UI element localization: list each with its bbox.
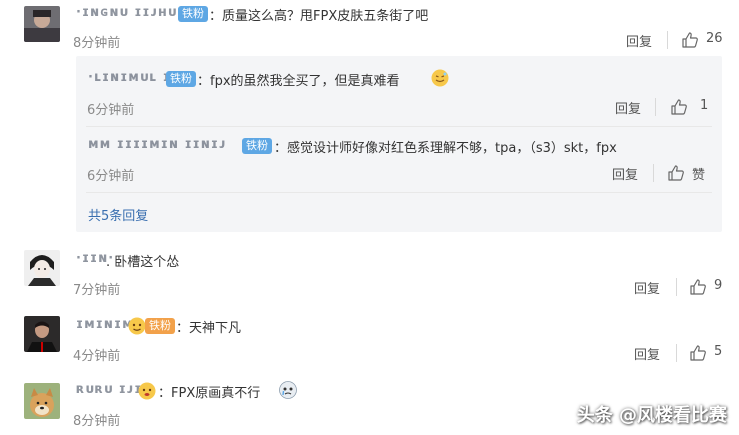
like-count: 1 — [700, 98, 709, 113]
divider — [676, 278, 677, 296]
thumbs-up-icon[interactable] — [667, 164, 685, 182]
avatar[interactable] — [24, 383, 60, 419]
thumbs-up-icon[interactable] — [670, 98, 688, 116]
comment-text: ：FPX原画真不行 — [158, 386, 261, 401]
like-count: 26 — [706, 31, 723, 46]
avatar[interactable] — [24, 316, 60, 352]
like-count: 5 — [714, 344, 723, 359]
timestamp: 8分钟前 — [73, 36, 121, 51]
divider — [676, 344, 677, 362]
divider — [667, 31, 668, 49]
emoji-face-icon — [128, 317, 146, 335]
reply-button[interactable]: 回复 — [612, 164, 638, 183]
emoji-face-icon — [138, 382, 156, 400]
reply-button[interactable]: 回复 — [634, 344, 660, 363]
thumbs-up-icon[interactable] — [689, 278, 707, 296]
view-more-replies-link[interactable]: 共5条回复 — [88, 205, 148, 224]
watermark: 头条 @风楼看比赛 — [576, 405, 727, 426]
like-label: 赞 — [692, 168, 706, 183]
timestamp: 7分钟前 — [73, 283, 121, 298]
nested-replies: ·ʟɪɴɪᴍᴜʟ ɪᴜʟ 铁粉 ：fpx的虽然我全买了，但是真难看 6分钟前 回… — [76, 56, 722, 232]
timestamp: 4分钟前 — [73, 349, 121, 364]
comment-text: ：天神下凡 — [176, 321, 242, 336]
avatar[interactable] — [24, 250, 60, 286]
divider — [655, 98, 656, 116]
divider — [86, 126, 712, 127]
username[interactable]: ʀᴜʀᴜ ɪᴊɪ — [76, 382, 142, 397]
timestamp: 6分钟前 — [87, 169, 135, 184]
divider — [653, 164, 654, 182]
reply-text: ：fpx的虽然我全买了，但是真难看 — [197, 74, 400, 89]
reply-button[interactable]: 回复 — [626, 31, 652, 50]
divider — [86, 192, 712, 193]
thumbs-up-icon[interactable] — [681, 31, 699, 49]
username[interactable]: ·ɪɴɢɴᴜ ɪɪᴊʜᴜɪ — [76, 5, 185, 20]
fan-badge: 铁粉 — [242, 138, 272, 154]
like-count: 9 — [714, 278, 723, 293]
reply-text: ：感觉设计师好像对红色系理解不够，tpa，（s3）skt，fpx — [274, 141, 617, 156]
comment-text: ：质量这么高？甩FPX皮肤五条街了吧 — [209, 9, 429, 24]
fan-badge: 铁粉 — [178, 6, 208, 22]
thumbs-up-icon[interactable] — [689, 344, 707, 362]
username[interactable]: ᴍᴍ ɪɪɪɪᴍɪɴ ɪɪɴɪᴊ — [88, 137, 226, 152]
timestamp: 8分钟前 — [73, 414, 121, 429]
timestamp: 6分钟前 — [87, 103, 135, 118]
avatar[interactable] — [24, 6, 60, 42]
fan-badge: 铁粉 — [145, 318, 175, 334]
comment-text: . 卧槽这个怂 — [106, 255, 180, 270]
reply-button[interactable]: 回复 — [615, 98, 641, 117]
fan-badge: 铁粉 — [166, 71, 196, 87]
crying-emoji-icon — [279, 381, 297, 399]
sweat-smile-emoji-icon — [431, 69, 449, 87]
username[interactable]: ɪᴍɪɴɪᴍ — [76, 317, 134, 332]
reply-button[interactable]: 回复 — [634, 278, 660, 297]
